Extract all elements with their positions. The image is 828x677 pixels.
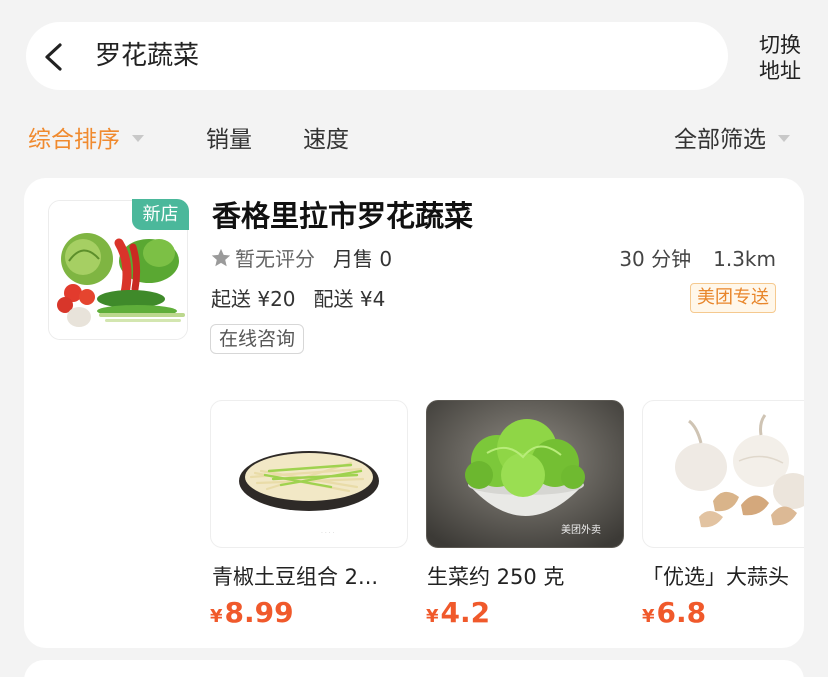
distance: 1.3km bbox=[713, 247, 776, 271]
filter-all[interactable]: 全部筛选 bbox=[674, 124, 790, 156]
lettuce-bowl-image: 美团外卖 bbox=[426, 400, 624, 548]
price-value: 8.99 bbox=[224, 596, 294, 629]
min-order: 起送 ¥20 bbox=[211, 287, 296, 311]
shredded-potato-image: · · · · bbox=[210, 400, 408, 548]
price-value: 6.8 bbox=[656, 596, 707, 629]
sort-speed[interactable]: 速度 bbox=[303, 124, 349, 156]
product-price: ¥4.2 bbox=[426, 596, 490, 634]
product-price: ¥6.8 bbox=[642, 596, 706, 634]
garlic-image bbox=[642, 400, 828, 548]
currency-symbol: ¥ bbox=[210, 606, 223, 627]
star-icon bbox=[211, 248, 231, 267]
product-name: 「优选」大蒜头 bbox=[642, 565, 789, 589]
sort-comprehensive-label: 综合排序 bbox=[28, 127, 120, 153]
filter-all-label: 全部筛选 bbox=[674, 127, 766, 153]
rating-text: 暂无评分 bbox=[235, 247, 315, 271]
product-name: 生菜约 250 克 bbox=[427, 565, 565, 589]
time-distance: 30 分钟 1.3km bbox=[619, 244, 776, 274]
store-name[interactable]: 香格里拉市罗花蔬菜 bbox=[212, 196, 473, 236]
chevron-down-icon bbox=[778, 135, 790, 142]
new-store-badge: 新店 bbox=[132, 199, 189, 230]
online-consult-tag[interactable]: 在线咨询 bbox=[210, 324, 305, 354]
product-price: ¥8.99 bbox=[210, 596, 294, 634]
sort-comprehensive[interactable]: 综合排序 bbox=[28, 124, 144, 156]
delivery-time: 30 分钟 bbox=[619, 247, 692, 271]
currency-symbol: ¥ bbox=[642, 606, 655, 627]
back-arrow-icon[interactable] bbox=[40, 42, 66, 72]
switch-address-line1: 切换 bbox=[759, 33, 801, 57]
monthly-sales: 月售 0 bbox=[333, 247, 393, 271]
search-query[interactable]: 罗花蔬菜 bbox=[95, 38, 199, 74]
fee-row: 起送 ¥20 配送 ¥4 bbox=[211, 284, 385, 314]
rating-row: 暂无评分 月售 0 bbox=[210, 244, 392, 274]
price-value: 4.2 bbox=[440, 596, 491, 629]
watermark-text: 美团外卖 bbox=[561, 525, 601, 536]
delivery-badge: 美团专送 bbox=[690, 283, 776, 313]
chevron-down-icon bbox=[132, 135, 144, 142]
switch-address-line2: 地址 bbox=[759, 59, 801, 83]
next-store-card[interactable] bbox=[24, 660, 804, 677]
card-edge-mask bbox=[804, 380, 828, 660]
delivery-fee: 配送 ¥4 bbox=[313, 287, 386, 311]
svg-text:· · · ·: · · · · bbox=[321, 530, 334, 537]
switch-address-button[interactable]: 切换 地址 bbox=[750, 32, 810, 84]
currency-symbol: ¥ bbox=[426, 606, 439, 627]
product-name: 青椒土豆组合 2... bbox=[212, 565, 379, 589]
sort-sales[interactable]: 销量 bbox=[206, 124, 252, 156]
